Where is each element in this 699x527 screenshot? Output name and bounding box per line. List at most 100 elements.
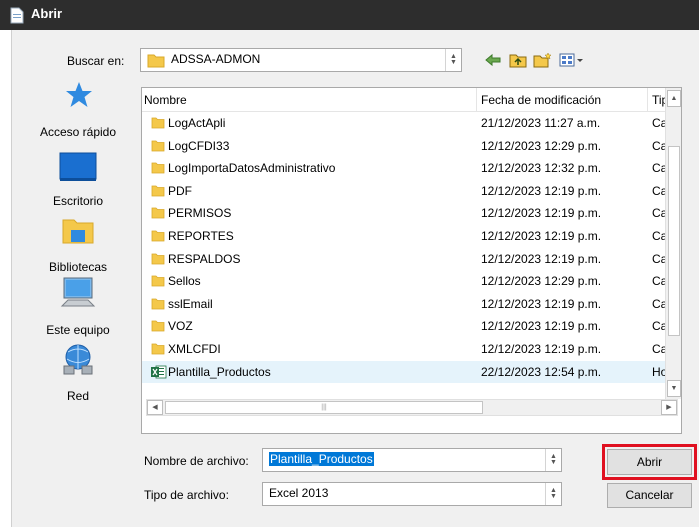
lookin-value: ADSSA-ADMON [171,52,261,66]
file-type: Ca [652,206,666,221]
file-row[interactable]: PERMISOS 12/12/2023 12:19 p.m. Ca [142,202,666,224]
filename-input[interactable]: Plantilla_Productos ▲ ▼ [262,448,562,472]
file-row[interactable]: Plantilla_Productos 22/12/2023 12:54 p.m.… [142,360,666,383]
horizontal-scroll-thumb[interactable]: ||| [165,401,483,414]
excel-file-icon [151,365,167,378]
column-header-date[interactable]: Fecha de modificación [481,93,601,107]
file-name: XMLCFDI [168,342,221,356]
file-type: Ca [652,342,666,356]
file-type: Ca [652,251,666,266]
place-libraries[interactable]: Bibliotecas [24,214,132,274]
file-list[interactable]: Nombre Fecha de modificación Tip LogActA… [141,87,682,434]
vertical-scrollbar[interactable]: ▲ ▼ [665,88,681,399]
file-date: 12/12/2023 12:19 p.m. [481,206,602,221]
file-row[interactable]: sslEmail 12/12/2023 12:19 p.m. Ca [142,293,666,315]
horizontal-scrollbar[interactable]: ◀ ||| ▶ [142,399,681,433]
file-date: 12/12/2023 12:19 p.m. [481,319,602,334]
network-icon [63,344,93,375]
scroll-right-button[interactable]: ▶ [661,400,677,415]
file-type: Ca [652,116,666,130]
folder-icon [151,253,165,264]
place-label: Bibliotecas [48,260,108,274]
lookin-label: Buscar en: [67,54,125,68]
lookin-combo[interactable]: ADSSA-ADMON ▲ ▼ [140,48,462,72]
file-name: VOZ [168,319,193,334]
file-date: 12/12/2023 12:19 p.m. [481,342,602,356]
title-bar[interactable]: Abrir [0,0,699,30]
file-name: LogCFDI33 [168,138,230,153]
new-folder-icon[interactable] [533,52,553,68]
filetype-label: Tipo de archivo: [144,488,229,502]
file-row[interactable]: Sellos 12/12/2023 12:29 p.m. Ca [142,270,666,292]
desktop-icon [59,152,97,181]
file-type: Ca [652,319,666,334]
libraries-icon [62,219,94,244]
filetype-value: Excel 2013 [269,486,329,500]
file-date: 21/12/2023 11:27 a.m. [481,116,601,130]
folder-icon [151,320,165,332]
cancel-button[interactable]: Cancelar [607,483,692,508]
file-name: LogActApli [168,116,226,130]
folder-icon [151,230,165,242]
file-name: PERMISOS [168,206,232,221]
file-name: LogImportaDatosAdministrativo [168,161,336,176]
file-date: 12/12/2023 12:29 p.m. [481,274,602,289]
place-network[interactable]: Red [24,342,132,403]
file-row[interactable]: PDF 12/12/2023 12:19 p.m. Ca [142,180,666,202]
view-menu-icon[interactable] [559,52,585,68]
file-name: Sellos [168,274,201,289]
file-type: Ca [652,229,666,243]
file-date: 12/12/2023 12:19 p.m. [481,251,602,266]
up-folder-icon[interactable] [509,52,527,68]
file-date: 22/12/2023 12:54 p.m. [481,364,602,379]
file-date: 12/12/2023 12:32 p.m. [481,161,602,176]
scroll-up-button[interactable]: ▲ [667,90,681,107]
file-type: Ho [652,364,666,379]
file-date: 12/12/2023 12:29 p.m. [481,138,602,153]
file-row[interactable]: REPORTES 12/12/2023 12:19 p.m. Ca [142,225,666,247]
computer-icon [60,277,96,307]
file-name: PDF [168,183,192,198]
filetype-select[interactable]: Excel 2013 ▲ ▼ [262,482,562,506]
file-type: Ca [652,296,666,311]
file-row[interactable]: VOZ 12/12/2023 12:19 p.m. Ca [142,315,666,337]
place-quick-access[interactable]: Acceso rápido [24,80,132,140]
list-header: Nombre Fecha de modificación Tip [142,88,668,112]
back-arrow-icon[interactable] [484,52,502,68]
folder-icon [151,185,165,197]
file-type: Ca [652,274,666,289]
column-header-name[interactable]: Nombre [144,93,187,107]
folder-icon [147,54,165,68]
scroll-down-button[interactable]: ▼ [667,380,681,397]
window-border [0,30,12,527]
filetype-dropdown-button[interactable]: ▲ ▼ [545,483,561,505]
file-type: Ca [652,161,666,176]
file-date: 12/12/2023 12:19 p.m. [481,183,602,198]
star-icon [66,82,92,107]
file-date: 12/12/2023 12:19 p.m. [481,296,602,311]
file-name: RESPALDOS [168,251,241,266]
place-label: Red [66,389,89,403]
place-this-pc[interactable]: Este equipo [24,276,132,337]
folder-icon [151,298,165,310]
file-row[interactable]: LogActApli 21/12/2023 11:27 a.m. Ca [142,112,666,134]
folder-icon [151,275,165,287]
lookin-dropdown-button[interactable]: ▲ ▼ [445,49,461,71]
file-date: 12/12/2023 12:19 p.m. [481,229,602,243]
file-row[interactable]: LogCFDI33 12/12/2023 12:29 p.m. Ca [142,135,666,157]
folder-icon [151,207,165,219]
scroll-left-button[interactable]: ◀ [147,400,163,415]
filename-dropdown-button[interactable]: ▲ ▼ [545,449,561,471]
vertical-scroll-thumb[interactable] [668,146,680,336]
place-desktop[interactable]: Escritorio [24,148,132,208]
file-name: Plantilla_Productos [168,364,271,379]
file-row[interactable]: XMLCFDI 12/12/2023 12:19 p.m. Ca [142,338,666,360]
document-icon [10,7,24,24]
folder-icon [151,140,165,151]
filename-label: Nombre de archivo: [144,454,249,468]
folder-icon [151,117,165,129]
file-row[interactable]: RESPALDOS 12/12/2023 12:19 p.m. Ca [142,248,666,270]
open-button[interactable]: Abrir [607,449,692,475]
file-row[interactable]: LogImportaDatosAdministrativo 12/12/2023 … [142,157,666,179]
folder-icon [151,343,165,355]
